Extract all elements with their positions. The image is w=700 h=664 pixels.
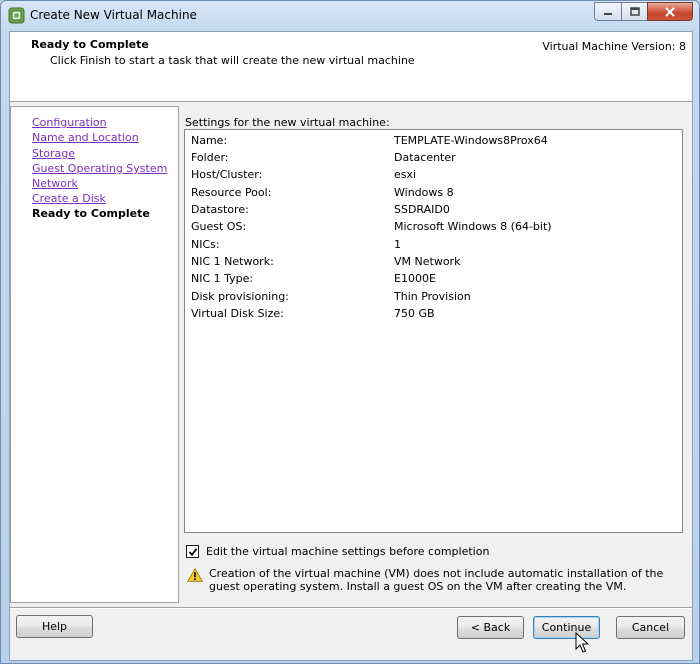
settings-row: NIC 1 Type: E1000E (191, 272, 671, 289)
edit-settings-option[interactable]: Edit the virtual machine settings before… (186, 545, 489, 558)
step-configuration[interactable]: Configuration (32, 116, 107, 129)
maximize-button[interactable] (621, 2, 647, 21)
setting-key: NIC 1 Network: (191, 255, 274, 268)
vsphere-app-icon (8, 7, 25, 24)
maximize-icon (629, 7, 640, 16)
step-network[interactable]: Network (32, 177, 78, 190)
page-subtitle: Click Finish to start a task that will c… (50, 54, 415, 67)
help-button[interactable]: Help (16, 615, 93, 638)
settings-row: Host/Cluster: esxi (191, 168, 671, 185)
cancel-button[interactable]: Cancel (616, 616, 685, 639)
page-title: Ready to Complete (31, 38, 149, 51)
continue-button[interactable]: Continue (533, 616, 600, 639)
warning-message: Creation of the virtual machine (VM) doe… (209, 567, 664, 593)
wizard-window: Create New Virtual Machine Ready to Comp… (0, 0, 700, 664)
settings-row: Guest OS: Microsoft Windows 8 (64-bit) (191, 220, 671, 237)
setting-key: Name: (191, 134, 228, 147)
setting-key: NIC 1 Type: (191, 272, 254, 285)
footer-divider (10, 607, 692, 609)
step-guest-operating-system[interactable]: Guest Operating System (32, 162, 167, 175)
setting-key: Resource Pool: (191, 186, 272, 199)
vm-version: Virtual Machine Version: 8 (542, 40, 686, 53)
setting-key: Datastore: (191, 203, 249, 216)
minimize-icon (604, 12, 612, 15)
settings-row: Disk provisioning: Thin Provision (191, 290, 671, 307)
step-storage[interactable]: Storage (32, 147, 75, 160)
settings-row: Resource Pool: Windows 8 (191, 186, 671, 203)
mouse-pointer-icon (575, 632, 589, 653)
setting-key: Folder: (191, 151, 229, 164)
setting-value: Datacenter (394, 151, 456, 164)
step-ready-to-complete: Ready to Complete (32, 207, 150, 220)
settings-label: Settings for the new virtual machine: (185, 116, 390, 129)
step-name-and-location[interactable]: Name and Location (32, 131, 139, 144)
edit-settings-checkbox[interactable] (186, 545, 199, 558)
window-controls (594, 2, 693, 22)
close-icon (665, 6, 675, 17)
setting-value: 750 GB (394, 307, 435, 320)
setting-key: Disk provisioning: (191, 290, 289, 303)
setting-key: NICs: (191, 238, 220, 251)
title-bar[interactable]: Create New Virtual Machine (1, 1, 699, 31)
settings-row: NIC 1 Network: VM Network (191, 255, 671, 272)
back-button[interactable]: < Back (457, 616, 524, 639)
settings-row: Folder: Datacenter (191, 151, 671, 168)
setting-value: VM Network (394, 255, 461, 268)
setting-value: Thin Provision (394, 290, 471, 303)
setting-value: Windows 8 (394, 186, 454, 199)
settings-row: Virtual Disk Size: 750 GB (191, 307, 671, 324)
wizard-header: Ready to Complete Click Finish to start … (10, 32, 692, 102)
setting-value: Microsoft Windows 8 (64-bit) (394, 220, 552, 233)
setting-key: Host/Cluster: (191, 168, 263, 181)
setting-value: esxi (394, 168, 417, 181)
window-title: Create New Virtual Machine (30, 8, 197, 22)
step-create-a-disk[interactable]: Create a Disk (32, 192, 106, 205)
setting-key: Virtual Disk Size: (191, 307, 284, 320)
settings-row: NICs: 1 (191, 238, 671, 255)
setting-value: SSDRAID0 (394, 203, 450, 216)
wizard-client: Ready to Complete Click Finish to start … (9, 31, 693, 661)
setting-value: 1 (394, 238, 401, 251)
warning-icon (187, 568, 203, 582)
close-button[interactable] (647, 2, 693, 21)
checkmark-icon (188, 547, 197, 556)
settings-row: Datastore: SSDRAID0 (191, 203, 671, 220)
settings-list[interactable]: Name: TEMPLATE-Windows8Prox64 Folder: Data… (184, 129, 683, 533)
minimize-button[interactable] (594, 2, 621, 21)
setting-value: E1000E (394, 272, 436, 285)
settings-row: Name: TEMPLATE-Windows8Prox64 (191, 134, 671, 151)
edit-settings-label[interactable]: Edit the virtual machine settings before… (206, 545, 489, 558)
setting-key: Guest OS: (191, 220, 247, 233)
setting-value: TEMPLATE-Windows8Prox64 (394, 134, 548, 147)
wizard-steps: Configuration Name and Location Storage … (10, 106, 179, 603)
